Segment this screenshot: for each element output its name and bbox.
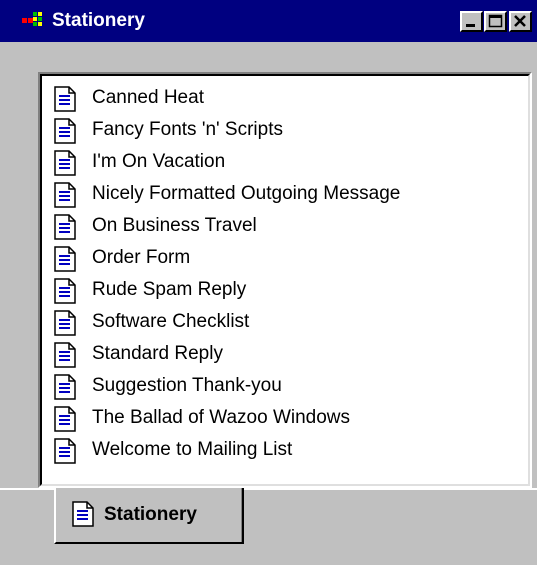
list-item[interactable]: On Business Travel (50, 210, 490, 242)
list-item-label: Software Checklist (92, 311, 250, 332)
list-inner-border: Canned Heat Fancy Fonts 'n' Scripts I'm … (40, 74, 530, 486)
list-item[interactable]: The Ballad of Wazoo Windows (50, 402, 490, 434)
list-item-label: Rude Spam Reply (92, 279, 247, 300)
tab-label: Stationery (104, 504, 197, 525)
document-icon (72, 501, 94, 527)
title-bar[interactable]: Stationery (0, 0, 537, 42)
document-icon (54, 86, 76, 112)
document-icon (54, 246, 76, 272)
stationery-window: Stationery Canned Heat Fancy Fonts 'n' S… (0, 0, 537, 565)
list-item[interactable]: Suggestion Thank-you (50, 370, 490, 402)
list-item-label: Fancy Fonts 'n' Scripts (92, 119, 283, 140)
document-icon (54, 278, 76, 304)
list-item[interactable]: Nicely Formatted Outgoing Message (50, 178, 490, 210)
list-item[interactable]: Fancy Fonts 'n' Scripts (50, 114, 490, 146)
list-item-label: Order Form (92, 247, 191, 268)
list-item-label: The Ballad of Wazoo Windows (92, 407, 351, 428)
document-icon (54, 182, 76, 208)
stationery-items: Canned Heat Fancy Fonts 'n' Scripts I'm … (50, 82, 490, 466)
document-icon (54, 406, 76, 432)
minimize-icon (466, 24, 475, 27)
list-item-label: Canned Heat (92, 87, 204, 108)
document-icon (54, 118, 76, 144)
list-item-label: Suggestion Thank-you (92, 375, 282, 396)
list-item[interactable]: Software Checklist (50, 306, 490, 338)
list-item[interactable]: I'm On Vacation (50, 146, 490, 178)
list-item[interactable]: Welcome to Mailing List (50, 434, 490, 466)
list-item-label: I'm On Vacation (92, 151, 226, 172)
document-icon (54, 438, 76, 464)
list-item[interactable]: Canned Heat (50, 82, 490, 114)
list-item[interactable]: Rude Spam Reply (50, 274, 490, 306)
list-item-label: Nicely Formatted Outgoing Message (92, 183, 401, 204)
list-item[interactable]: Standard Reply (50, 338, 490, 370)
close-button[interactable] (509, 11, 532, 32)
document-icon (54, 342, 76, 368)
document-icon (54, 374, 76, 400)
document-icon (54, 150, 76, 176)
list-item[interactable]: Order Form (50, 242, 490, 274)
minimize-button[interactable] (460, 11, 483, 32)
list-item-label: Standard Reply (92, 343, 223, 364)
window-title: Stationery (52, 10, 145, 31)
list-item-label: On Business Travel (92, 215, 257, 236)
close-icon (514, 15, 526, 27)
maximize-button[interactable] (484, 11, 507, 32)
stationery-list[interactable]: Canned Heat Fancy Fonts 'n' Scripts I'm … (38, 72, 532, 488)
app-icon (22, 12, 42, 26)
tab-stationery[interactable]: Stationery (54, 488, 244, 544)
maximize-icon (488, 14, 503, 28)
document-icon (54, 214, 76, 240)
document-icon (54, 310, 76, 336)
list-item-label: Welcome to Mailing List (92, 439, 293, 460)
